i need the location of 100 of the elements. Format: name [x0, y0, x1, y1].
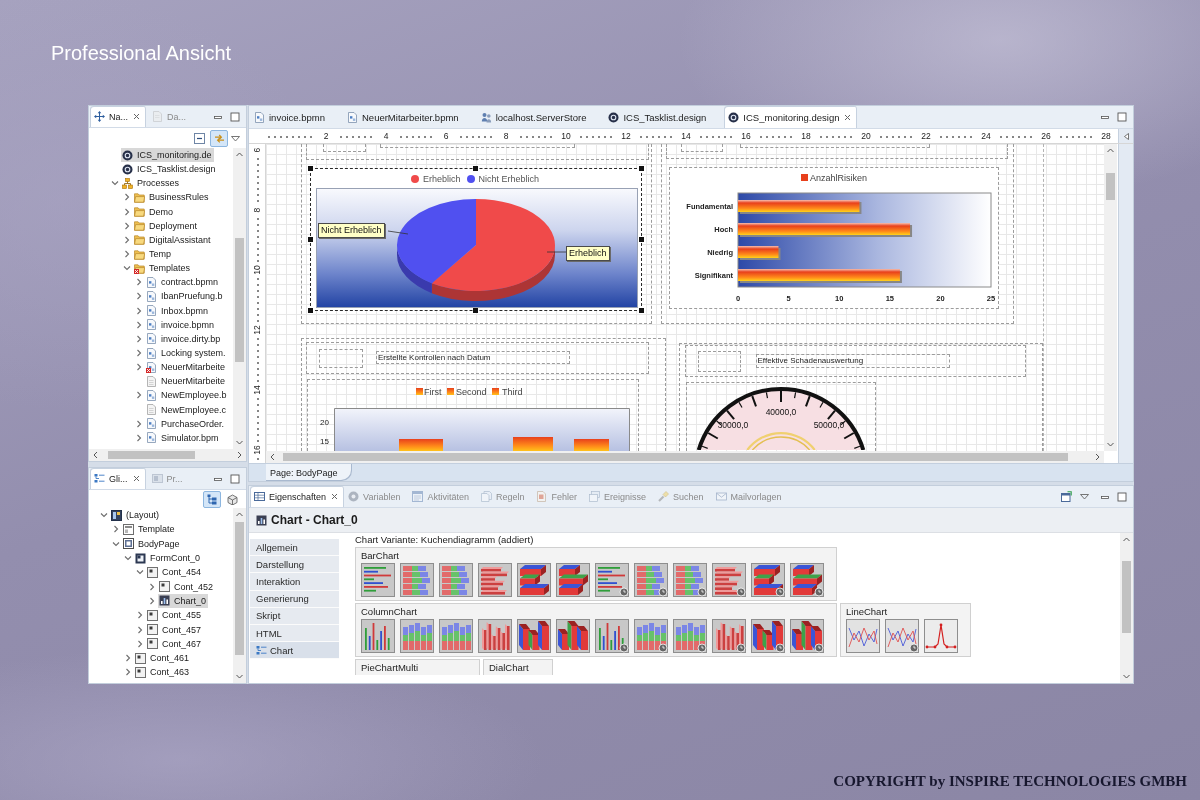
chevron-right-icon[interactable] — [134, 305, 144, 316]
tree-item[interactable]: Cont_452 — [158, 579, 216, 594]
column-chart-icon[interactable] — [595, 619, 629, 653]
chevron-right-icon[interactable] — [122, 234, 132, 245]
chevron-right-icon[interactable] — [134, 291, 144, 302]
tree-item[interactable]: Processes — [121, 176, 182, 191]
3d-block-chart-icon[interactable] — [517, 619, 551, 653]
chart-frame[interactable]: 30000,0 40000,0 50000,0 — [685, 382, 876, 451]
3d-block-chart-icon[interactable] — [790, 619, 824, 653]
stacked-bar-chart-icon[interactable] — [673, 563, 707, 597]
spike-line-chart-icon[interactable] — [924, 619, 958, 653]
chevron-right-icon[interactable] — [134, 333, 144, 344]
chevron-right-icon[interactable] — [134, 362, 144, 373]
selection-handle[interactable] — [473, 308, 478, 313]
tree-item[interactable]: invoice.dirty.bp — [145, 331, 223, 346]
maximize-icon[interactable] — [1117, 491, 1127, 502]
header-frame[interactable]: Effektive Schadenauswertung — [684, 345, 1026, 377]
3d-column-chart-icon[interactable] — [478, 619, 512, 653]
placeholder-frame[interactable] — [740, 144, 930, 148]
chevron-right-icon[interactable] — [123, 653, 133, 664]
tree-item[interactable]: Simulator.bpm — [145, 430, 221, 445]
tree-item[interactable]: Cont_467 — [146, 636, 204, 651]
placeholder-frame[interactable] — [380, 144, 575, 148]
tab[interactable]: Gli... — [90, 468, 146, 489]
line-chart-icon[interactable] — [885, 619, 919, 653]
close-icon[interactable] — [132, 112, 141, 121]
stacked-bar-chart-icon[interactable] — [634, 563, 668, 597]
selection-handle[interactable] — [639, 236, 644, 242]
tree-item[interactable]: NeuerMitarbeite — [145, 360, 228, 375]
tree-item[interactable]: Templates — [133, 261, 193, 276]
placeholder-frame[interactable] — [697, 351, 741, 372]
tree-item[interactable]: contract.bpmn — [145, 275, 221, 290]
tree-item[interactable]: PurchaseOrder. — [145, 416, 227, 431]
tab[interactable]: NeuerMitarbeiter.bpmn — [343, 106, 473, 128]
tree-item[interactable]: BodyPage — [122, 536, 182, 551]
line-chart-icon[interactable] — [846, 619, 880, 653]
tree-item[interactable]: FormCont_0 — [134, 550, 203, 566]
3d-block-chart-icon[interactable] — [751, 563, 785, 597]
chevron-right-icon[interactable] — [122, 192, 132, 203]
horizontal-scrollbar[interactable] — [89, 449, 246, 461]
chevron-right-icon[interactable] — [134, 418, 144, 429]
selection-handle[interactable] — [639, 166, 644, 171]
bar-chart-icon[interactable] — [595, 563, 629, 597]
tree-item[interactable]: NewEmployee.b — [145, 388, 229, 403]
tree-item[interactable]: NewEmployee.c — [145, 402, 229, 417]
section-tab[interactable]: Allgemein — [250, 539, 339, 557]
chevron-right-icon[interactable] — [135, 638, 145, 649]
header-frame[interactable] — [306, 144, 649, 160]
container-frame[interactable]: Erheblich Nicht Erheblich Erheblich Nicht Erheblich — [301, 144, 652, 324]
tree-item[interactable]: BusinessRules — [133, 190, 211, 205]
close-icon[interactable] — [330, 492, 340, 501]
placeholder-frame[interactable] — [681, 144, 723, 152]
vertical-scrollbar[interactable] — [1104, 144, 1117, 451]
horizontal-scrollbar[interactable] — [266, 451, 1104, 463]
vertical-scrollbar[interactable] — [233, 148, 246, 449]
chevron-right-icon[interactable] — [135, 624, 145, 635]
tree-item[interactable]: invoice.bpmn — [145, 317, 217, 332]
new-window-icon[interactable] — [1061, 491, 1072, 502]
chart-frame[interactable]: Erheblich Nicht Erheblich Erheblich Nicht Erheblich — [310, 168, 642, 311]
tree-item[interactable]: (Layout) — [110, 508, 162, 523]
chart-frame[interactable]: First Second Third 20 15 — [307, 379, 639, 451]
3d-block-chart-icon[interactable] — [556, 619, 590, 653]
stacked-column-chart-icon[interactable] — [439, 619, 473, 653]
close-icon[interactable] — [131, 474, 141, 483]
chevron-right-icon[interactable] — [147, 595, 157, 606]
container-frame[interactable]: Erstellte Kontrollen nach Datum First Second Third 20 15 — [301, 338, 666, 451]
section-tab[interactable]: Chart — [250, 642, 339, 660]
tab[interactable]: ICS_Tasklist.design — [604, 106, 721, 128]
chevron-right-icon[interactable] — [147, 581, 157, 592]
selection-handle[interactable] — [308, 308, 313, 313]
3d-block-chart-icon[interactable] — [751, 619, 785, 653]
tree-item[interactable]: Demo — [133, 204, 175, 219]
selection-handle[interactable] — [473, 166, 478, 171]
chevron-right-icon[interactable] — [134, 432, 144, 443]
stacked-column-chart-icon[interactable] — [673, 619, 707, 653]
chevron-right-icon[interactable] — [134, 319, 144, 330]
tree-view-button[interactable] — [203, 490, 221, 508]
maximize-icon[interactable] — [230, 111, 240, 122]
maximize-icon[interactable] — [230, 473, 240, 484]
chevron-right-icon[interactable] — [122, 206, 132, 217]
header-frame[interactable]: Erstellte Kontrollen nach Datum — [306, 342, 649, 374]
link-button[interactable] — [210, 129, 228, 147]
tree-item[interactable]: NeuerMitarbeite — [145, 374, 228, 389]
tab[interactable]: Eigenschaften — [250, 486, 345, 507]
tree-item[interactable]: Cont_463 — [134, 665, 192, 680]
placeholder-frame[interactable] — [323, 144, 366, 152]
3d-bar-chart-icon[interactable] — [712, 563, 746, 597]
tab[interactable]: ICS_monitoring.design — [724, 106, 858, 128]
column-chart-icon[interactable] — [361, 619, 395, 653]
selection-handle[interactable] — [639, 308, 644, 313]
tree-item[interactable]: Locking system. — [145, 345, 228, 361]
section-tab[interactable]: Darstellung — [250, 556, 339, 574]
maximize-icon[interactable] — [1117, 112, 1127, 122]
chevron-right-icon[interactable] — [123, 667, 133, 678]
tree-item[interactable]: ICS_Tasklist.design — [121, 162, 218, 177]
tree-item[interactable]: ICS_monitoring.de — [121, 148, 214, 163]
chevron-right-icon[interactable] — [134, 348, 144, 359]
tab[interactable]: Na... — [90, 106, 146, 127]
chevron-right-icon[interactable] — [135, 610, 145, 621]
close-icon[interactable] — [843, 112, 853, 122]
